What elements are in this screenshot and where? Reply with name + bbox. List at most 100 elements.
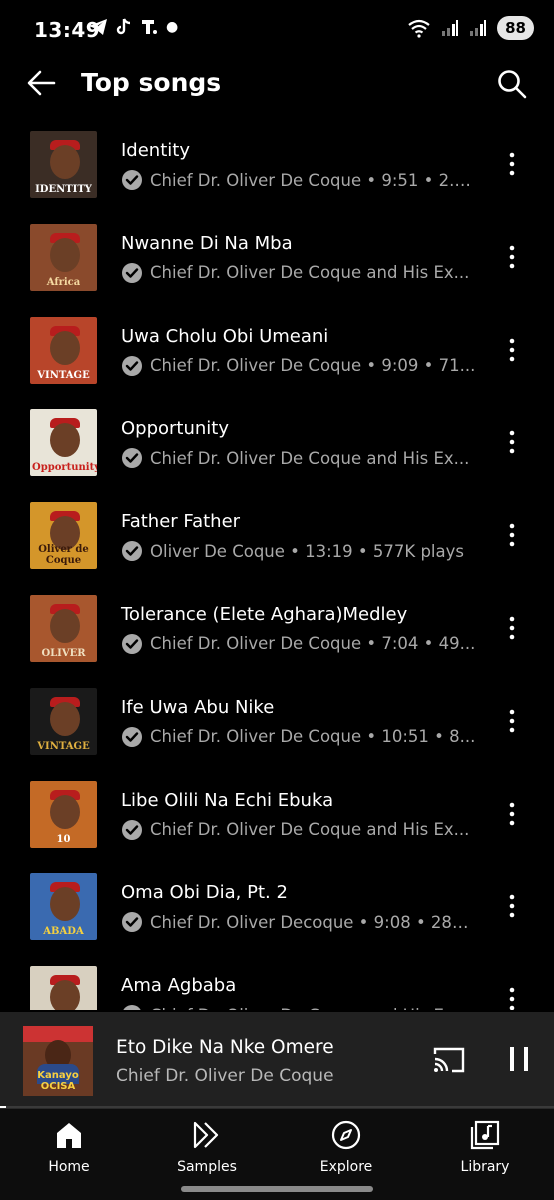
song-row[interactable]: VINTAGE Ife Uwa Abu Nike Chief Dr. Olive… (0, 683, 554, 776)
tiktok-icon (116, 18, 131, 35)
song-row[interactable]: IDENTITY Identity Chief Dr. Oliver De Co… (0, 126, 554, 219)
more-options-icon[interactable] (500, 336, 524, 364)
more-options-icon[interactable] (500, 428, 524, 456)
search-icon[interactable] (496, 68, 528, 100)
more-options-icon[interactable] (500, 521, 524, 549)
album-art-face (50, 145, 80, 179)
song-row[interactable]: Africa Nwanne Di Na Mba Chief Dr. Oliver… (0, 219, 554, 312)
now-playing-artwork: Kanayo OCISA (23, 1026, 93, 1096)
song-row[interactable]: ABADA Oma Obi Dia, Pt. 2 Chief Dr. Olive… (0, 868, 554, 961)
album-art-face (50, 237, 80, 272)
song-meta: Chief Dr. Oliver Decoque • 9:08 • 286... (121, 911, 476, 933)
song-title: Identity (121, 140, 190, 161)
samples-icon (193, 1121, 219, 1149)
more-options-icon[interactable] (500, 707, 524, 735)
verified-check-icon (122, 726, 142, 747)
song-meta-text: Chief Dr. Oliver De Coque and His Ex... (150, 1006, 469, 1010)
song-meta-text: Chief Dr. Oliver De Coque and His Ex... (150, 820, 470, 840)
gesture-handle[interactable] (181, 1186, 373, 1192)
back-arrow-icon[interactable] (24, 66, 58, 100)
system-icons: 88 (407, 16, 534, 40)
verified-check-icon (122, 633, 142, 654)
song-row[interactable]: Opportunity Opportunity Chief Dr. Oliver… (0, 404, 554, 497)
album-art-face (50, 794, 80, 829)
song-row[interactable]: Oliver de Coque Father Father Oliver De … (0, 497, 554, 590)
nav-explore[interactable]: Explore (291, 1119, 401, 1175)
verified-check-icon (123, 1005, 141, 1010)
album-art-face (50, 887, 80, 922)
song-row[interactable]: Ama Agbaba Chief Dr. Oliver De Coque and… (0, 961, 554, 1010)
song-row[interactable]: VINTAGE Uwa Cholu Obi Umeani Chief Dr. O… (0, 312, 554, 405)
album-art-text: Oliver de Coque (38, 544, 89, 567)
status-bar: 13:49 ● 88 (0, 0, 554, 62)
page-title: Top songs (81, 68, 222, 97)
compass-icon (331, 1120, 361, 1150)
album-art: OLIVER (30, 594, 97, 662)
album-art: VINTAGE (30, 316, 97, 384)
nav-samples-label: Samples (177, 1159, 237, 1175)
nav-library-label: Library (460, 1159, 510, 1175)
song-title: Libe Olili Na Echi Ebuka (121, 789, 334, 811)
nav-library[interactable]: Library (430, 1119, 540, 1175)
album-art: ABADA (30, 873, 97, 941)
battery-level: 88 (497, 16, 534, 40)
album-art: Oliver de Coque (30, 502, 97, 570)
mini-player[interactable]: Kanayo OCISA Eto Dike Na Nke Omere Chief… (0, 1012, 554, 1108)
more-options-icon[interactable] (500, 800, 524, 828)
nav-home-label: Home (48, 1159, 90, 1175)
song-row[interactable]: OLIVER Tolerance (Elete Aghara)Medley Ch… (0, 590, 554, 683)
song-meta: Chief Dr. Oliver De Coque • 7:04 • 49... (121, 633, 476, 655)
song-meta-text: Oliver De Coque • 13:19 • 577K plays (150, 541, 464, 561)
album-art-text: IDENTITY (35, 184, 92, 195)
notification-icons: ● (88, 18, 178, 36)
nav-samples[interactable]: Samples (152, 1119, 262, 1175)
album-art-face (50, 980, 80, 1010)
album-art-face (50, 608, 80, 643)
verified-check-icon (122, 541, 142, 562)
album-art: 10 (30, 780, 97, 848)
album-art: Opportunity (30, 409, 97, 477)
song-meta-text: Chief Dr. Oliver De Coque • 9:09 • 71... (150, 356, 476, 376)
album-art-face (50, 701, 80, 736)
song-row[interactable]: 10 Libe Olili Na Echi Ebuka Chief Dr. Ol… (0, 776, 554, 869)
song-title: Nwanne Di Na Mba (121, 232, 293, 254)
album-art: Africa (30, 223, 97, 291)
verified-check-icon (122, 262, 142, 283)
song-meta: Chief Dr. Oliver De Coque and His Ex... (121, 447, 476, 469)
wifi-icon (408, 19, 430, 38)
pause-icon[interactable] (508, 1046, 530, 1072)
song-meta: Chief Dr. Oliver De Coque and His Ex... (121, 1004, 476, 1010)
song-meta-text: Chief Dr. Oliver De Coque and His Ex... (150, 448, 470, 468)
verified-check-icon (122, 170, 142, 190)
verified-check-icon (122, 912, 142, 933)
more-options-icon[interactable] (500, 892, 524, 920)
song-title: Ife Uwa Abu Nike (121, 696, 275, 718)
now-playing-art-text: Kanayo OCISA (37, 1070, 79, 1092)
song-meta: Oliver De Coque • 13:19 • 577K plays (121, 540, 476, 562)
album-art-face (50, 423, 80, 458)
album-art: IDENTITY (30, 131, 97, 198)
song-title: Father Father (121, 511, 241, 533)
now-playing-artist: Chief Dr. Oliver De Coque (116, 1066, 334, 1086)
more-options-icon[interactable] (500, 243, 524, 271)
song-title: Ama Agbaba (121, 975, 237, 997)
nav-home[interactable]: Home (14, 1119, 124, 1175)
song-meta: Chief Dr. Oliver De Coque and His Ex... (121, 819, 476, 841)
album-art-text: VINTAGE (37, 740, 90, 752)
more-options-icon[interactable] (500, 614, 524, 642)
album-art-text: 10 (56, 833, 71, 845)
nav-explore-label: Explore (319, 1159, 373, 1175)
more-options-icon[interactable] (500, 150, 524, 178)
song-meta: Chief Dr. Oliver De Coque • 9:09 • 71... (121, 355, 476, 377)
telegram-icon (89, 19, 107, 35)
album-art-text: VINTAGE (37, 369, 90, 381)
verified-check-icon (122, 819, 142, 840)
song-title: Opportunity (121, 418, 230, 440)
cast-icon[interactable] (432, 1046, 466, 1074)
album-art-text: ABADA (43, 926, 84, 938)
song-title: Oma Obi Dia, Pt. 2 (121, 882, 288, 904)
song-meta-text: Chief Dr. Oliver De Coque • 9:51 • 2.6..… (150, 170, 476, 190)
more-options-icon[interactable] (500, 985, 524, 1010)
album-art-text: OLIVER (41, 647, 86, 659)
truecaller-icon (142, 20, 157, 34)
